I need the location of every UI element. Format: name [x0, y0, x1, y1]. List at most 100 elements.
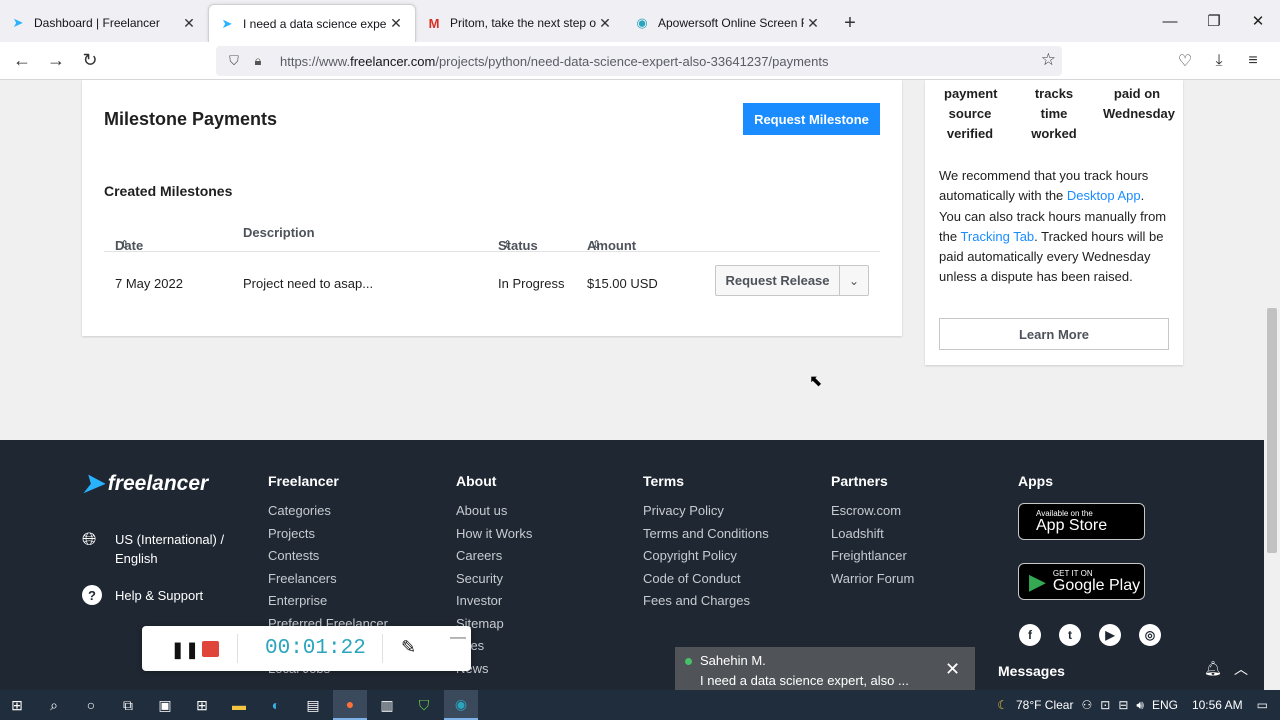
footer-link[interactable]: About us	[456, 503, 532, 526]
footer-link[interactable]: Copyright Policy	[643, 548, 769, 571]
sort-icon[interactable]: ⇕	[503, 238, 512, 251]
language-selector[interactable]: 🌐︎ US (International) / English	[82, 530, 240, 568]
apowersoft-icon[interactable]: ◉	[444, 690, 478, 720]
footer-link[interactable]: Categories	[268, 503, 388, 526]
close-tab-icon[interactable]: ✕	[180, 15, 198, 32]
footer-link[interactable]: Freelancers	[268, 571, 388, 594]
page-scrollbar[interactable]	[1264, 80, 1280, 690]
bookmark-star-icon[interactable]: ☆	[1041, 50, 1056, 70]
download-icon[interactable]: ⤓	[1202, 46, 1236, 76]
minimize-icon[interactable]: —	[1148, 0, 1192, 42]
lock-icon[interactable]: 🔒︎	[248, 53, 268, 69]
request-milestone-button[interactable]: Request Milestone	[743, 103, 880, 135]
browser-tab[interactable]: M Pritom, take the next step on yo ✕	[416, 4, 624, 42]
task-view-icon[interactable]: ⧉	[111, 690, 145, 720]
vpn-shield-icon[interactable]: ⛉	[407, 690, 441, 720]
cortana-icon[interactable]: ○	[74, 690, 108, 720]
shield-icon[interactable]: ⛉	[224, 53, 244, 69]
chevron-down-icon[interactable]: ⌄	[840, 266, 868, 295]
footer-link[interactable]: Careers	[456, 548, 532, 571]
tracking-tab-link[interactable]: Tracking Tab	[960, 229, 1034, 244]
windows-start-icon[interactable]: ⊞	[0, 690, 34, 720]
app-store-badge[interactable]: Available on the App Store	[1018, 503, 1145, 540]
network-icon[interactable]: ⊟	[1118, 698, 1128, 712]
clock[interactable]: 10:56 AM	[1192, 698, 1243, 712]
close-tab-icon[interactable]: ✕	[596, 15, 614, 32]
restore-icon[interactable]: ❐	[1192, 0, 1236, 42]
firefox-icon[interactable]: ●	[333, 690, 367, 720]
learn-more-button[interactable]: Learn More	[939, 318, 1169, 350]
search-icon[interactable]: ⌕	[37, 690, 71, 720]
sort-icon[interactable]: ⇕	[592, 238, 601, 251]
desktop-app-link[interactable]: Desktop App	[1067, 188, 1141, 203]
close-tab-icon[interactable]: ✕	[387, 15, 405, 32]
app-icon[interactable]: ▤	[296, 690, 330, 720]
footer-link[interactable]: Code of Conduct	[643, 571, 769, 594]
footer-link[interactable]: Contests	[268, 548, 388, 571]
footer-link[interactable]: Warrior Forum	[831, 571, 914, 594]
notifications-icon[interactable]: ▭	[1257, 698, 1268, 712]
pen-icon[interactable]: ✎	[401, 637, 416, 658]
url-text[interactable]: https://www.freelancer.com/projects/pyth…	[280, 54, 828, 69]
minimize-recorder-icon[interactable]: —	[450, 629, 466, 647]
footer-link[interactable]: Loadshift	[831, 526, 914, 549]
pocket-icon[interactable]: ♡	[1168, 46, 1202, 76]
footer-link[interactable]: Fees and Charges	[643, 593, 769, 616]
browser-tab[interactable]: ➤ Dashboard | Freelancer ✕	[0, 4, 208, 42]
tracks-time-label: tracks time worked	[1031, 86, 1077, 141]
footer-link[interactable]: Terms and Conditions	[643, 526, 769, 549]
back-icon[interactable]: ←	[5, 46, 39, 76]
chevron-up-icon[interactable]: ︿	[1234, 659, 1248, 679]
sort-icon[interactable]: ⇕	[120, 238, 129, 251]
close-icon[interactable]: ✕	[945, 659, 960, 680]
volume-icon[interactable]: 🔊︎	[1136, 698, 1144, 713]
recording-timer: 00:01:22	[265, 637, 366, 660]
footer-link[interactable]: Enterprise	[268, 593, 388, 616]
freelancer-logo[interactable]: ➤ freelancer	[82, 468, 208, 499]
notepad-icon[interactable]: ▥	[370, 690, 404, 720]
weather-text[interactable]: 78°F Clear	[1016, 698, 1074, 712]
footer-link[interactable]: Security	[456, 571, 532, 594]
footer-link[interactable]: Investor	[456, 593, 532, 616]
footer-link[interactable]: Freightlancer	[831, 548, 914, 571]
request-release-button[interactable]: Request Release	[716, 266, 840, 295]
social-links: f t ▶ ◎	[1019, 624, 1161, 646]
mouse-cursor-icon: ⬉	[809, 373, 823, 390]
google-play-badge[interactable]: ▶ GET IT ON Google Play	[1018, 563, 1145, 600]
footer-link[interactable]: Privacy Policy	[643, 503, 769, 526]
footer-link[interactable]: Escrow.com	[831, 503, 914, 526]
menu-icon[interactable]: ≡	[1236, 46, 1270, 76]
people-icon[interactable]: ⚇	[1081, 698, 1092, 712]
milestone-table-header: Date ⇕ Description Status ⇕ Amount ⇕	[104, 212, 880, 253]
facebook-icon[interactable]: f	[1019, 624, 1041, 646]
store-icon[interactable]: ⊞	[185, 690, 219, 720]
file-explorer-icon[interactable]: ▬	[222, 690, 256, 720]
new-tab-icon[interactable]: +	[832, 4, 868, 42]
reload-icon[interactable]: ↻	[73, 46, 107, 76]
request-release-split-button: Request Release ⌄	[715, 265, 869, 296]
close-tab-icon[interactable]: ✕	[804, 15, 822, 32]
chat-notification[interactable]: Sahehin M. I need a data science expert,…	[675, 647, 975, 691]
forward-icon[interactable]: →	[39, 46, 73, 76]
instagram-icon[interactable]: ◎	[1139, 624, 1161, 646]
browser-tab[interactable]: ◉ Apowersoft Online Screen Reco ✕	[624, 4, 832, 42]
help-support-link[interactable]: ? Help & Support	[82, 585, 203, 605]
paid-wednesday-label: paid on Wednesday	[1103, 86, 1176, 121]
app-icon[interactable]: ▣	[148, 690, 182, 720]
bell-icon[interactable]: 🔔︎	[1204, 660, 1222, 677]
url-bar[interactable]: ⛉ 🔒︎ https://www.freelancer.com/projects…	[216, 46, 1062, 76]
pause-icon[interactable]: ❚❚	[171, 640, 200, 660]
system-tray: ☾ 78°F Clear ⚇ ⊡ ⊟ 🔊︎ ENG 10:56 AM ▭	[997, 690, 1280, 720]
close-window-icon[interactable]: ✕	[1236, 0, 1280, 42]
scrollbar-thumb[interactable]	[1267, 308, 1277, 553]
messages-panel[interactable]: Messages 🔔︎ ︿	[980, 647, 1264, 691]
youtube-icon[interactable]: ▶	[1099, 624, 1121, 646]
tray-icon[interactable]: ⊡	[1100, 698, 1110, 712]
twitter-icon[interactable]: t	[1059, 624, 1081, 646]
footer-link[interactable]: How it Works	[456, 526, 532, 549]
footer-link[interactable]: Projects	[268, 526, 388, 549]
language-indicator[interactable]: ENG	[1152, 698, 1178, 712]
stop-icon[interactable]	[202, 641, 219, 657]
edge-icon[interactable]: ◐	[259, 690, 293, 720]
browser-tab-active[interactable]: ➤ I need a data science expert, also ✕	[208, 4, 416, 42]
